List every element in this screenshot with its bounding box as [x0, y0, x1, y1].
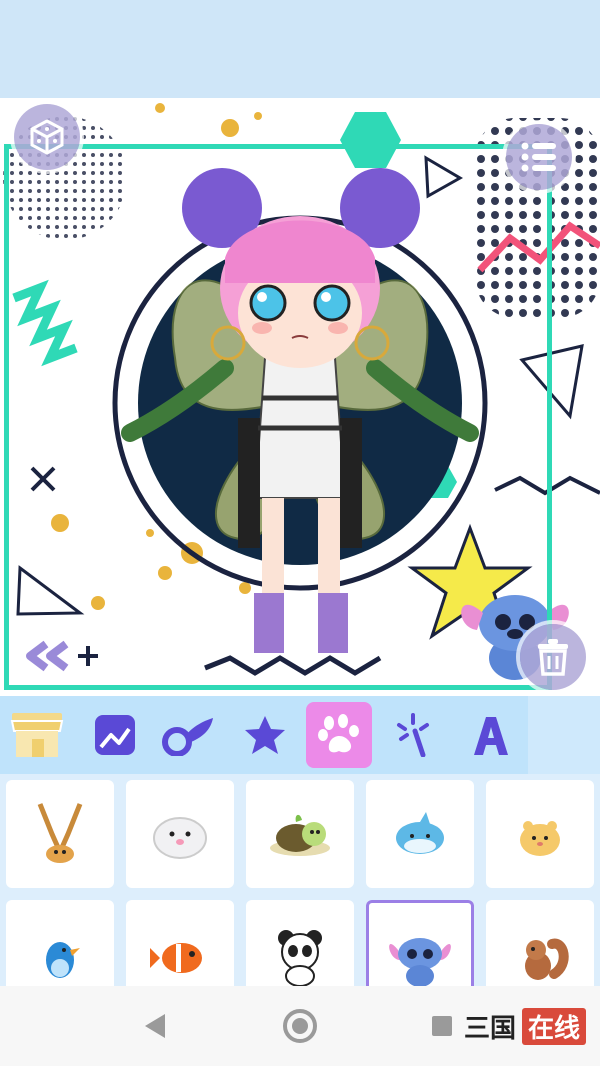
magic-wand-icon — [397, 713, 429, 757]
pet-stitch[interactable] — [366, 900, 474, 986]
tool-background[interactable] — [82, 702, 148, 768]
system-navigation-bar: 三国 在线 — [0, 986, 600, 1066]
character-canvas[interactable] — [0, 98, 600, 696]
pet-shark[interactable] — [366, 780, 474, 888]
shark-icon — [396, 812, 444, 854]
list-icon — [521, 142, 556, 172]
pet-bird[interactable] — [6, 900, 114, 986]
collapse-add-button[interactable] — [18, 638, 102, 674]
tool-text[interactable] — [458, 702, 524, 768]
wing-icon — [162, 718, 213, 756]
category-toolbar — [0, 696, 600, 774]
squirrel-icon — [525, 938, 569, 980]
pet-fennec[interactable] — [6, 780, 114, 888]
fennec-icon — [37, 803, 83, 863]
toolbar-spacer — [528, 696, 600, 774]
watermark-text-1: 三国 — [463, 1013, 516, 1044]
double-chevron-left-plus-icon — [26, 640, 98, 672]
dice-icon — [30, 119, 64, 155]
pet-clownfish[interactable] — [126, 900, 234, 986]
tool-effects[interactable] — [382, 702, 448, 768]
tool-stickers[interactable] — [232, 702, 298, 768]
clownfish-icon — [150, 943, 202, 973]
random-dice-button[interactable] — [14, 104, 80, 170]
canvas-frame — [4, 144, 552, 690]
recents-icon[interactable] — [432, 1016, 452, 1036]
watermark: 三国 在线 — [460, 1006, 586, 1046]
letter-a-icon — [474, 717, 508, 755]
tool-wings[interactable] — [155, 702, 221, 768]
trash-icon — [538, 639, 568, 676]
tool-shop[interactable] — [4, 702, 70, 768]
bird-icon — [46, 942, 80, 978]
top-blank-area — [0, 0, 600, 98]
delete-button[interactable] — [520, 624, 586, 690]
pet-item-grid — [0, 774, 600, 986]
back-icon[interactable] — [145, 1014, 165, 1038]
watermark-text-2: 在线 — [521, 1007, 586, 1045]
landscape-icon — [95, 715, 135, 755]
pet-squirrel[interactable] — [486, 900, 594, 986]
shop-icon — [10, 713, 64, 757]
hamster-icon — [520, 821, 560, 856]
stitch-icon — [389, 938, 451, 986]
star-icon — [245, 716, 285, 754]
pet-hamster[interactable] — [486, 780, 594, 888]
tool-pets[interactable] — [306, 702, 372, 768]
pet-seal[interactable] — [126, 780, 234, 888]
menu-list-button[interactable] — [506, 124, 572, 190]
turtle-icon — [270, 814, 330, 856]
paw-icon — [318, 714, 359, 753]
pet-turtle[interactable] — [246, 780, 354, 888]
pet-panda[interactable] — [246, 900, 354, 986]
seal-icon — [153, 817, 207, 859]
panda-icon — [278, 930, 322, 986]
